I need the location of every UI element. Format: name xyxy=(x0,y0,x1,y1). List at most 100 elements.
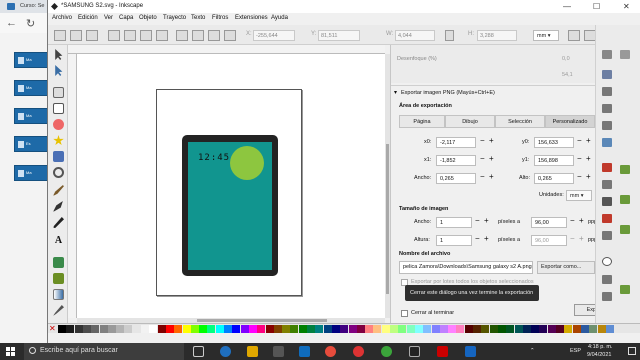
taskbar-search[interactable]: Escribe aquí para buscar xyxy=(24,343,184,360)
snap-icon[interactable] xyxy=(602,50,612,59)
close-button[interactable]: ✕ xyxy=(623,2,630,11)
color-swatch[interactable] xyxy=(124,325,133,333)
color-swatch[interactable] xyxy=(348,325,357,333)
export-panel-title[interactable]: Exportar imagen PNG (Mayús+Ctrl+E) xyxy=(401,90,495,96)
color-swatch[interactable] xyxy=(82,325,91,333)
color-swatch[interactable] xyxy=(456,325,465,333)
color-swatch[interactable] xyxy=(248,325,257,333)
maximize-button[interactable]: ☐ xyxy=(593,2,600,11)
color-swatch[interactable] xyxy=(448,325,457,333)
browser-tab[interactable]: Curso: Se xyxy=(0,0,52,13)
color-swatch[interactable] xyxy=(232,325,241,333)
color-swatch[interactable] xyxy=(356,325,365,333)
open-icon[interactable] xyxy=(602,87,612,96)
menu-filtros[interactable]: Filtros xyxy=(212,15,228,21)
inkscape-taskbar-icon[interactable] xyxy=(409,346,420,357)
color-swatch[interactable] xyxy=(199,325,208,333)
filename-field[interactable]: pelica Zamora\Downloads\Samsung galaxy s… xyxy=(399,261,533,274)
color-swatch[interactable] xyxy=(165,325,174,333)
x1-decrement[interactable]: − xyxy=(480,154,485,163)
tab-personalizado[interactable]: Personalizado xyxy=(545,115,595,128)
snap-midpoint-icon[interactable] xyxy=(620,195,630,204)
color-swatch[interactable] xyxy=(307,325,315,333)
color-swatch[interactable] xyxy=(597,325,606,333)
img-width-decrement[interactable]: − xyxy=(475,216,480,225)
color-swatch[interactable] xyxy=(298,325,307,333)
w-field[interactable]: 4,044 xyxy=(395,30,435,41)
rotate-cw-icon[interactable] xyxy=(124,30,136,41)
x-field[interactable]: -255,644 xyxy=(253,30,295,41)
language-indicator[interactable]: ESP xyxy=(570,348,581,354)
text-tool-icon[interactable]: A xyxy=(53,235,64,246)
menu-texto[interactable]: Texto xyxy=(191,15,205,21)
menu-ayuda[interactable]: Ayuda xyxy=(271,15,288,21)
raise-icon[interactable] xyxy=(192,30,204,41)
export-as-button[interactable]: Exportar como... xyxy=(537,261,595,274)
snap-nodes-icon[interactable] xyxy=(620,50,630,59)
color-swatch[interactable] xyxy=(605,325,614,333)
color-swatch[interactable] xyxy=(431,325,440,333)
y1-decrement[interactable]: − xyxy=(577,154,582,163)
color-swatch[interactable] xyxy=(514,325,523,333)
opacity-value[interactable]: 54,1 xyxy=(562,72,573,78)
x1-field[interactable]: -1,852 xyxy=(436,155,476,166)
dropper-tool-icon[interactable] xyxy=(53,305,64,316)
tab-seleccion[interactable]: Selección xyxy=(495,115,545,128)
img-height-field[interactable]: 1 xyxy=(436,235,472,246)
color-swatch[interactable] xyxy=(580,325,589,333)
color-swatch[interactable] xyxy=(473,325,481,333)
snap-center-icon[interactable] xyxy=(620,225,630,234)
color-swatch[interactable] xyxy=(481,325,490,333)
color-swatch[interactable] xyxy=(331,325,340,333)
selector-tool-icon[interactable] xyxy=(55,49,63,60)
color-swatch[interactable] xyxy=(116,325,125,333)
color-swatch[interactable] xyxy=(365,325,374,333)
y0-field[interactable]: 156,633 xyxy=(534,137,574,148)
lock-icon[interactable] xyxy=(445,30,454,41)
y0-increment[interactable]: + xyxy=(586,136,591,145)
color-swatch[interactable] xyxy=(107,325,116,333)
menu-extensiones[interactable]: Extensiones xyxy=(235,15,268,21)
windows-start-icon[interactable] xyxy=(6,347,16,357)
rectangle-tool-icon[interactable] xyxy=(53,103,64,114)
color-swatch[interactable] xyxy=(556,325,564,333)
word-icon[interactable] xyxy=(465,346,476,357)
color-swatch[interactable] xyxy=(290,325,299,333)
color-swatch[interactable] xyxy=(215,325,224,333)
menu-trayecto[interactable]: Trayecto xyxy=(163,15,186,21)
color-swatch[interactable] xyxy=(423,325,432,333)
lower-to-bottom-icon[interactable] xyxy=(224,30,236,41)
y0-decrement[interactable]: − xyxy=(577,136,582,145)
copy-icon[interactable] xyxy=(602,197,612,206)
clock-date[interactable]: 9/04/2021 xyxy=(587,352,611,358)
color-swatch[interactable] xyxy=(539,325,548,333)
y1-field[interactable]: 156,898 xyxy=(534,155,574,166)
color-swatch[interactable] xyxy=(273,325,282,333)
pencil-tool-icon[interactable] xyxy=(53,185,64,196)
color-swatch[interactable] xyxy=(340,325,349,333)
back-arrow-icon[interactable]: ← xyxy=(6,17,17,29)
phone-clock-text[interactable]: 12:45 xyxy=(198,153,230,163)
save-icon[interactable] xyxy=(602,104,612,113)
y1-increment[interactable]: + xyxy=(586,154,591,163)
color-swatch[interactable] xyxy=(91,325,100,333)
minimize-button[interactable]: — xyxy=(563,2,571,11)
color-swatch[interactable] xyxy=(257,325,266,333)
flip-horizontal-icon[interactable] xyxy=(140,30,152,41)
chrome-icon[interactable] xyxy=(353,346,364,357)
mail-icon[interactable] xyxy=(299,346,310,357)
deselect-icon[interactable] xyxy=(86,30,98,41)
menu-edicion[interactable]: Edición xyxy=(78,15,98,21)
width-increment[interactable]: + xyxy=(489,172,494,181)
color-swatch[interactable] xyxy=(74,325,83,333)
export-panel-arrow-icon[interactable]: ▾ xyxy=(394,89,397,96)
width-field[interactable]: 0,265 xyxy=(436,173,476,184)
color-swatch[interactable] xyxy=(207,325,216,333)
color-swatch[interactable] xyxy=(497,325,506,333)
menu-ver[interactable]: Ver xyxy=(104,15,113,21)
dpi-increment[interactable]: + xyxy=(579,216,584,225)
tray-arrow-icon[interactable]: ⌃ xyxy=(530,348,535,354)
notifications-icon[interactable] xyxy=(628,347,636,355)
x0-increment[interactable]: + xyxy=(489,136,494,145)
x0-field[interactable]: -2,117 xyxy=(436,137,476,148)
